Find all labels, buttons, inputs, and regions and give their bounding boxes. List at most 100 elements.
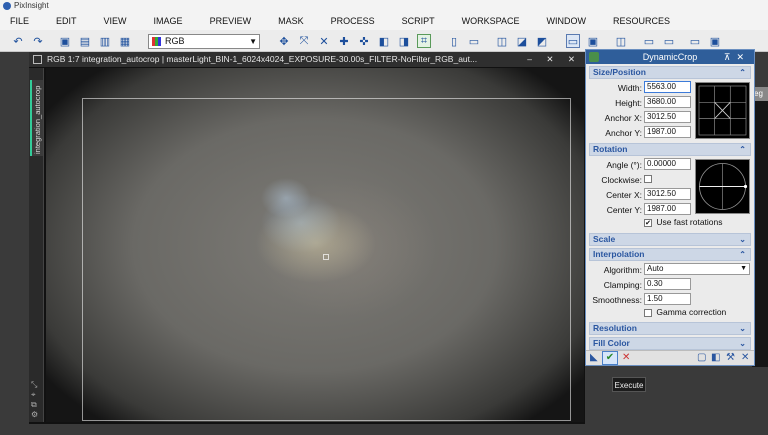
side-tool-icons[interactable]: ⤡ ⌖ ⧉ ⚙	[31, 380, 38, 420]
clockwise-checkbox[interactable]	[644, 175, 652, 183]
fast-rotations-checkbox[interactable]: ✔	[644, 218, 652, 227]
zoom-fit-icon[interactable]: ⤧	[297, 34, 311, 48]
center-x-row: Center X: 3012.50	[586, 188, 696, 203]
angle-input[interactable]: 0.00000	[644, 158, 691, 170]
view-explore-icon[interactable]: ◫	[614, 34, 628, 48]
smoothness-input[interactable]: 1.50	[644, 293, 691, 305]
process-icon	[589, 52, 599, 62]
monitor-alt-icon[interactable]: ▭	[662, 34, 676, 48]
anchor-y-input[interactable]: 1987.00	[644, 126, 691, 138]
rotation-dial[interactable]	[695, 159, 750, 214]
menu-window[interactable]: WINDOW	[546, 16, 586, 26]
center-x-input[interactable]: 3012.50	[644, 188, 691, 200]
angle-row: Angle (°): 0.00000	[586, 158, 696, 173]
crop-center-handle[interactable]	[323, 254, 329, 260]
mask-show-icon[interactable]: ◪	[515, 34, 529, 48]
menu-script[interactable]: SCRIPT	[402, 16, 435, 26]
pixinsight-logo-icon	[3, 2, 11, 10]
color-mode-select[interactable]: RGB ▼	[148, 34, 260, 49]
screen-transfer-icon[interactable]: ▣	[58, 34, 72, 48]
window-icon	[33, 55, 42, 64]
fast-rotations-label: Use fast rotations	[656, 217, 723, 227]
preview-icon[interactable]: ◨	[397, 34, 411, 48]
rotation-dial-icon	[699, 163, 748, 210]
color-mode-value: RGB	[165, 36, 185, 46]
window-alt-icon[interactable]: ▣	[708, 34, 722, 48]
angle-label: Angle (°):	[606, 160, 642, 170]
algorithm-select[interactable]: Auto ▼	[644, 263, 750, 275]
preferences-icon[interactable]: ⚒	[726, 352, 735, 363]
section-header-label: Scale	[593, 234, 616, 244]
monitor-red-icon[interactable]: ▭	[642, 34, 656, 48]
center-x-label: Center X:	[606, 190, 642, 200]
execute-button[interactable]: ✔	[602, 351, 618, 365]
section-resolution[interactable]: Resolution ⌄	[589, 322, 751, 335]
algorithm-row: Algorithm: Auto ▼	[586, 263, 754, 278]
section-scale[interactable]: Scale ⌄	[589, 233, 751, 246]
menu-edit[interactable]: EDIT	[56, 16, 77, 26]
section-header-label: Resolution	[593, 323, 637, 333]
center-y-input[interactable]: 1987.00	[644, 203, 691, 215]
redo-icon[interactable]: ↷	[31, 34, 45, 48]
image-canvas[interactable]	[46, 68, 584, 422]
section-rotation[interactable]: Rotation ⌃	[589, 143, 751, 156]
panel-titlebar[interactable]: DynamicCrop ⊼✕	[586, 50, 754, 64]
menu-resources[interactable]: RESOURCES	[613, 16, 670, 26]
expand-chevron-icon: ⌄	[739, 324, 746, 333]
crop-tool-icon[interactable]: ⌗	[417, 34, 431, 48]
image-window-titlebar[interactable]: RGB 1:7 integration_autocrop | masterLig…	[29, 52, 585, 67]
browse-docs-icon[interactable]: ▢	[697, 352, 706, 363]
clockwise-row: Clockwise:	[586, 173, 696, 188]
anchor-x-input[interactable]: 3012.50	[644, 111, 691, 123]
view-monitor-icon[interactable]: ▭	[566, 34, 580, 48]
width-input[interactable]: 5563.00	[644, 81, 691, 93]
gamma-checkbox[interactable]	[644, 308, 652, 317]
readout-icon[interactable]: ◧	[377, 34, 391, 48]
view-fit-icon[interactable]: ▣	[586, 34, 600, 48]
window-icon[interactable]: ▭	[688, 34, 702, 48]
zoom-out-icon[interactable]: ✚	[337, 34, 351, 48]
undo-icon[interactable]: ↶	[11, 34, 25, 48]
collapse-chevron-icon: ⌃	[739, 68, 746, 77]
mask-icon[interactable]: ◫	[495, 34, 509, 48]
track-view-icon[interactable]: ◧	[711, 352, 720, 363]
clamping-input[interactable]: 0.30	[644, 278, 691, 290]
size-preview-diagram[interactable]	[695, 82, 750, 139]
panel-window-controls[interactable]: ⊼✕	[724, 50, 750, 64]
app-titlebar: PixInsight	[0, 0, 768, 12]
menu-view[interactable]: VIEW	[104, 16, 127, 26]
section-header-label: Rotation	[593, 144, 628, 154]
menu-workspace[interactable]: WORKSPACE	[462, 16, 520, 26]
cancel-icon[interactable]: ✕	[622, 352, 630, 363]
gamma-row: Gamma correction	[644, 307, 754, 322]
height-label: Height:	[615, 98, 642, 108]
layout-icon[interactable]: ▯	[447, 34, 461, 48]
menu-file[interactable]: FILE	[10, 16, 29, 26]
menu-process[interactable]: PROCESS	[331, 16, 375, 26]
expand-chevron-icon: ⌄	[739, 339, 746, 348]
dynamic-crop-panel: DynamicCrop ⊼✕ Size/Position ⌃ Width: 55…	[585, 49, 755, 366]
section-fill-color[interactable]: Fill Color ⌄	[589, 337, 751, 350]
color-icon[interactable]: ▦	[118, 34, 132, 48]
explorer-icon[interactable]: ▭	[467, 34, 481, 48]
zoom-in-icon[interactable]: ✕	[317, 34, 331, 48]
algorithm-value: Auto	[647, 264, 664, 273]
view-tab[interactable]: integration_autocrop	[30, 80, 43, 156]
section-interpolation[interactable]: Interpolation ⌃	[589, 248, 751, 261]
pan-icon[interactable]: ✥	[277, 34, 291, 48]
menu-bar: FILE EDIT VIEW IMAGE PREVIEW MASK PROCES…	[0, 12, 768, 30]
clamping-row: Clamping: 0.30	[586, 278, 696, 293]
mask-invert-icon[interactable]: ◩	[535, 34, 549, 48]
window-controls[interactable]: – ✕ ✕	[527, 52, 581, 67]
stf-icon[interactable]: ▤	[78, 34, 92, 48]
menu-image[interactable]: IMAGE	[154, 16, 183, 26]
move-icon[interactable]: ✜	[357, 34, 371, 48]
section-size-position[interactable]: Size/Position ⌃	[589, 66, 751, 79]
height-input[interactable]: 3680.00	[644, 96, 691, 108]
image-window[interactable]: RGB 1:7 integration_autocrop | masterLig…	[29, 52, 585, 424]
new-instance-icon[interactable]: ◣	[590, 352, 598, 363]
menu-mask[interactable]: MASK	[278, 16, 304, 26]
histogram-icon[interactable]: ▥	[98, 34, 112, 48]
reset-icon[interactable]: ✕	[741, 352, 749, 363]
menu-preview[interactable]: PREVIEW	[210, 16, 252, 26]
